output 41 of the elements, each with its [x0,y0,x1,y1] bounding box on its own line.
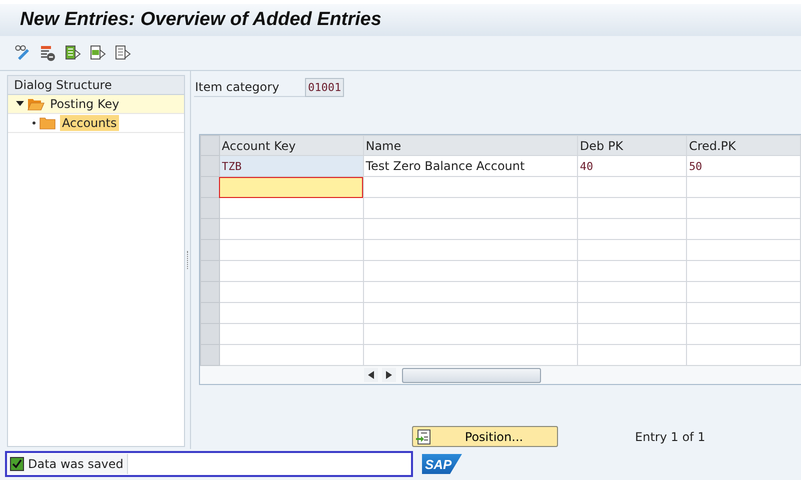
row-selector[interactable] [200,176,220,198]
table-cell: Test Zero Balance Account [363,156,578,176]
table-cell[interactable] [219,282,364,302]
document-arrow-icon[interactable] [64,44,82,62]
document-arrow-icon[interactable] [89,44,107,62]
folder-icon [27,97,45,111]
glasses-pencil-icon[interactable] [14,44,32,62]
table-cell[interactable]: TZB [219,156,364,176]
panel-title: Dialog Structure [14,78,112,92]
folder-icon [39,116,57,130]
scroll-left-icon[interactable] [364,368,378,382]
table-cell[interactable] [219,176,364,198]
column-header[interactable]: Name [363,136,578,156]
column-header[interactable]: Cred.PK [686,136,800,156]
position-button[interactable]: Position... [412,426,558,447]
table-cell[interactable] [219,324,364,344]
delete-icon[interactable] [39,44,57,62]
table-cell[interactable] [577,176,686,198]
column-header[interactable]: Account Key [219,136,364,156]
scrollbar-thumb[interactable] [402,368,541,382]
table-cell[interactable] [219,240,364,260]
logo: SAP [422,454,462,474]
expand-icon[interactable] [16,100,24,108]
scroll-right-icon[interactable] [382,368,396,382]
item-category-field[interactable]: 01001 [305,78,344,96]
table-cell[interactable] [219,198,364,218]
row-selector-header[interactable] [200,136,220,156]
table-cell[interactable] [219,260,364,282]
table-cell[interactable] [219,218,364,240]
table-cell[interactable] [219,302,364,324]
table-cell: 50 [686,156,800,176]
table-cell[interactable] [363,176,578,198]
tree-item[interactable]: Accounts [60,115,119,131]
table-cell: 40 [577,156,686,176]
entry-counter: Entry 1 of 1 [635,430,706,444]
window-title: New Entries: Overview of Added Entries [20,9,382,31]
bullet-icon [32,121,36,125]
document-arrow-icon[interactable] [114,44,132,62]
status-message: Data was saved [28,457,124,471]
table-cell[interactable] [686,176,800,198]
column-header[interactable]: Deb PK [577,136,686,156]
